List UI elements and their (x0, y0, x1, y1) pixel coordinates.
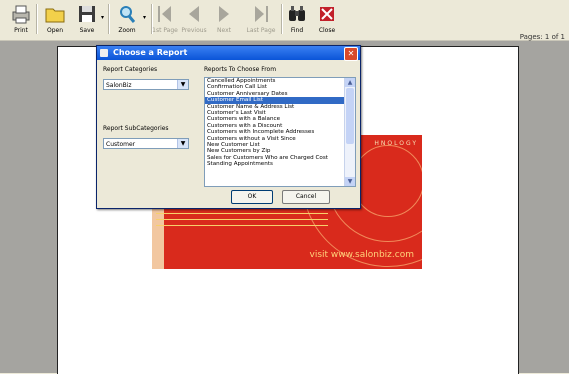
zoom-label: Zoom (118, 27, 136, 34)
close-button[interactable]: Close (312, 3, 342, 37)
previous-button[interactable]: Previous (178, 3, 210, 37)
scroll-thumb[interactable] (346, 88, 354, 144)
reports-scrollbar[interactable]: ▲ ▼ (344, 78, 355, 186)
scroll-down-icon[interactable]: ▼ (345, 177, 355, 186)
dialog-app-icon (100, 49, 108, 57)
toolbar-separator (108, 4, 110, 34)
last-page-label: Last Page (246, 27, 276, 34)
print-button[interactable]: Print (6, 3, 36, 37)
open-label: Open (46, 27, 64, 34)
dialog-close-icon[interactable]: ✕ (344, 47, 358, 61)
folder-icon (44, 3, 66, 25)
banner-tech-text: HNOLOGY (374, 140, 418, 147)
save-dropdown-arrow-icon[interactable]: ▾ (101, 14, 104, 21)
printer-icon (10, 3, 32, 25)
open-button[interactable]: Open (40, 3, 70, 37)
ok-button[interactable]: OK (231, 190, 273, 204)
report-categories-select[interactable]: SalonBiz ▼ (103, 79, 189, 90)
choose-report-dialog: Choose a Report ✕ Report Categories Salo… (96, 45, 361, 209)
toolbar-separator (36, 4, 38, 34)
zoom-dropdown-arrow-icon[interactable]: ▾ (143, 14, 146, 21)
report-list-item[interactable]: Standing Appointments (205, 161, 345, 167)
cancel-button[interactable]: Cancel (282, 190, 330, 204)
page-count: Pages: 1 of 1 (519, 33, 565, 41)
previous-label: Previous (181, 27, 207, 34)
first-page-icon (154, 3, 176, 25)
close-door-icon (316, 3, 338, 25)
toolbar: Print Open Save ▾ Zoom ▾ 1st Page Previo… (0, 0, 569, 41)
report-categories-value: SalonBiz (106, 82, 132, 89)
next-button[interactable]: Next (211, 3, 237, 37)
chevron-down-icon[interactable]: ▼ (177, 80, 188, 89)
floppy-disk-icon (76, 3, 98, 25)
last-page-button[interactable]: Last Page (243, 3, 279, 37)
scroll-up-icon[interactable]: ▲ (345, 78, 355, 87)
dialog-titlebar[interactable]: Choose a Report ✕ (97, 46, 360, 61)
dialog-title: Choose a Report (113, 48, 188, 57)
print-label: Print (14, 27, 28, 34)
find-button[interactable]: Find (282, 3, 312, 37)
save-button[interactable]: Save (72, 3, 102, 37)
report-subcategories-value: Customer (106, 141, 136, 148)
report-categories-label: Report Categories (103, 66, 158, 73)
last-page-icon (250, 3, 272, 25)
reports-label: Reports To Choose From (204, 66, 277, 73)
next-label: Next (217, 27, 231, 34)
chevron-down-icon[interactable]: ▼ (177, 139, 188, 148)
next-arrow-icon (213, 3, 235, 25)
save-label: Save (79, 27, 95, 34)
binoculars-icon (286, 3, 308, 25)
report-subcategories-label: Report SubCategories (103, 125, 169, 132)
banner-url: visit www.salonbiz.com (309, 250, 414, 260)
close-label: Close (318, 27, 336, 34)
previous-arrow-icon (183, 3, 205, 25)
zoom-button[interactable]: Zoom (112, 3, 142, 37)
magnifier-icon (116, 3, 138, 25)
find-label: Find (290, 27, 304, 34)
reports-list[interactable]: Cancelled Appointments Confirmation Call … (204, 77, 356, 187)
report-subcategories-select[interactable]: Customer ▼ (103, 138, 189, 149)
